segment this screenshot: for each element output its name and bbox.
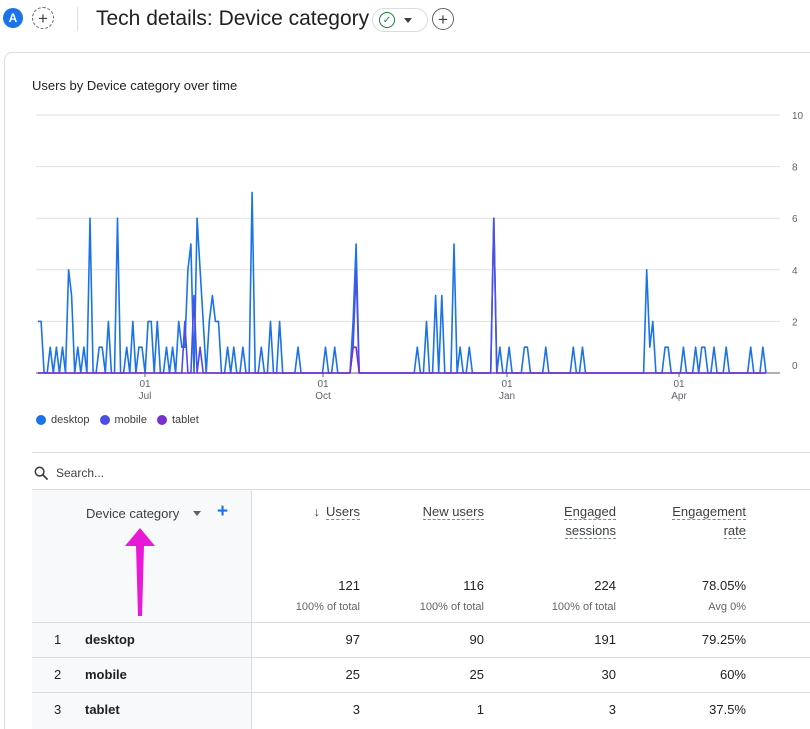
- x-tick-day-label: 01: [317, 379, 329, 390]
- x-tick-month-label: Jul: [139, 391, 152, 402]
- table-row[interactable]: 3 tablet 3 1 3 37.5%: [32, 692, 810, 727]
- legend-label: mobile: [114, 414, 147, 426]
- row-index: 1: [54, 632, 62, 647]
- total-users-sub: 100% of total: [295, 601, 360, 613]
- x-tick-month-label: Apr: [671, 391, 687, 402]
- column-header-new-users[interactable]: New users: [422, 502, 484, 521]
- column-header-engaged-sessions[interactable]: Engaged sessions: [563, 502, 616, 540]
- row-dimension-value: desktop: [85, 632, 135, 647]
- legend-dot-icon: [36, 415, 46, 425]
- chevron-down-icon[interactable]: [193, 511, 201, 516]
- header-divider: [77, 7, 78, 31]
- row-new-users: 1: [476, 702, 484, 717]
- page-title: Tech details: Device category: [96, 7, 370, 30]
- row-users: 97: [345, 632, 360, 647]
- row-index: 2: [54, 667, 62, 682]
- line-chart[interactable]: 024681001Jul01Oct01Jan01Apr: [0, 105, 810, 405]
- series-line-tablet[interactable]: [38, 346, 766, 374]
- x-tick-day-label: 01: [673, 379, 685, 390]
- table-row[interactable]: 1 desktop 97 90 191 79.25%: [32, 622, 810, 657]
- x-tick-month-label: Jan: [499, 391, 515, 402]
- total-new-users-sub: 100% of total: [419, 601, 484, 613]
- row-engaged-sessions: 191: [594, 632, 616, 647]
- search-icon: [34, 466, 48, 480]
- total-new-users: 116: [463, 578, 484, 593]
- total-engaged-sessions: 224: [594, 578, 616, 593]
- x-tick-day-label: 01: [501, 379, 513, 390]
- legend-label: desktop: [51, 414, 90, 426]
- report-header: A + Tech details: Device category ✓ +: [0, 0, 810, 44]
- add-comparison-icon[interactable]: +: [32, 7, 54, 29]
- chevron-down-icon: [404, 17, 412, 23]
- search-input[interactable]: [56, 463, 356, 483]
- row-engaged-sessions: 30: [601, 667, 616, 682]
- column-header-users[interactable]: ↓ Users: [314, 502, 360, 521]
- row-engagement-rate: 79.25%: [701, 632, 746, 647]
- column-header-engagement-rate[interactable]: Engagement rate: [672, 502, 746, 540]
- chart-title: Users by Device category over time: [32, 78, 238, 93]
- total-engagement-rate: 78.05%: [701, 578, 746, 593]
- annotation-arrow-icon: [125, 528, 155, 616]
- add-dimension-icon[interactable]: +: [217, 502, 228, 521]
- y-tick-label: 4: [792, 266, 798, 277]
- divider: [32, 452, 810, 453]
- y-tick-label: 6: [792, 214, 798, 225]
- row-new-users: 90: [469, 632, 484, 647]
- legend-item-desktop[interactable]: desktop: [36, 414, 90, 426]
- total-users: 121: [338, 578, 360, 593]
- table-row[interactable]: 2 mobile 25 25 30 60%: [32, 657, 810, 692]
- sort-down-arrow-icon: ↓: [313, 504, 321, 519]
- comparison-avatar[interactable]: A: [3, 8, 23, 28]
- legend-item-tablet[interactable]: tablet: [156, 414, 199, 426]
- row-index: 3: [54, 702, 62, 717]
- y-tick-label: 10: [792, 111, 804, 122]
- y-tick-label: 8: [792, 163, 798, 174]
- y-tick-label: 0: [792, 361, 798, 372]
- row-new-users: 25: [469, 667, 484, 682]
- legend-label: tablet: [171, 414, 199, 426]
- report-status-dropdown[interactable]: ✓: [372, 8, 428, 32]
- row-dimension-value: tablet: [85, 702, 120, 717]
- row-users: 25: [345, 667, 360, 682]
- x-tick-month-label: Oct: [315, 391, 331, 402]
- row-engagement-rate: 37.5%: [709, 702, 746, 717]
- row-users: 3: [352, 702, 360, 717]
- legend-dot-icon: [156, 415, 167, 425]
- series-line-desktop[interactable]: [38, 191, 767, 374]
- legend-dot-icon: [99, 415, 110, 425]
- check-circle-icon: ✓: [379, 12, 395, 28]
- legend-item-mobile[interactable]: mobile: [99, 414, 147, 426]
- total-engaged-sessions-sub: 100% of total: [551, 601, 616, 613]
- dimension-header[interactable]: Device category: [86, 506, 179, 521]
- x-tick-day-label: 01: [139, 379, 151, 390]
- row-engaged-sessions: 3: [608, 702, 616, 717]
- total-engagement-rate-sub: Avg 0%: [708, 601, 746, 613]
- add-report-icon[interactable]: +: [432, 8, 454, 30]
- chart-legend: desktop mobile tablet: [36, 414, 209, 426]
- y-tick-label: 2: [792, 317, 798, 328]
- row-dimension-value: mobile: [85, 667, 127, 682]
- row-engagement-rate: 60%: [719, 667, 746, 682]
